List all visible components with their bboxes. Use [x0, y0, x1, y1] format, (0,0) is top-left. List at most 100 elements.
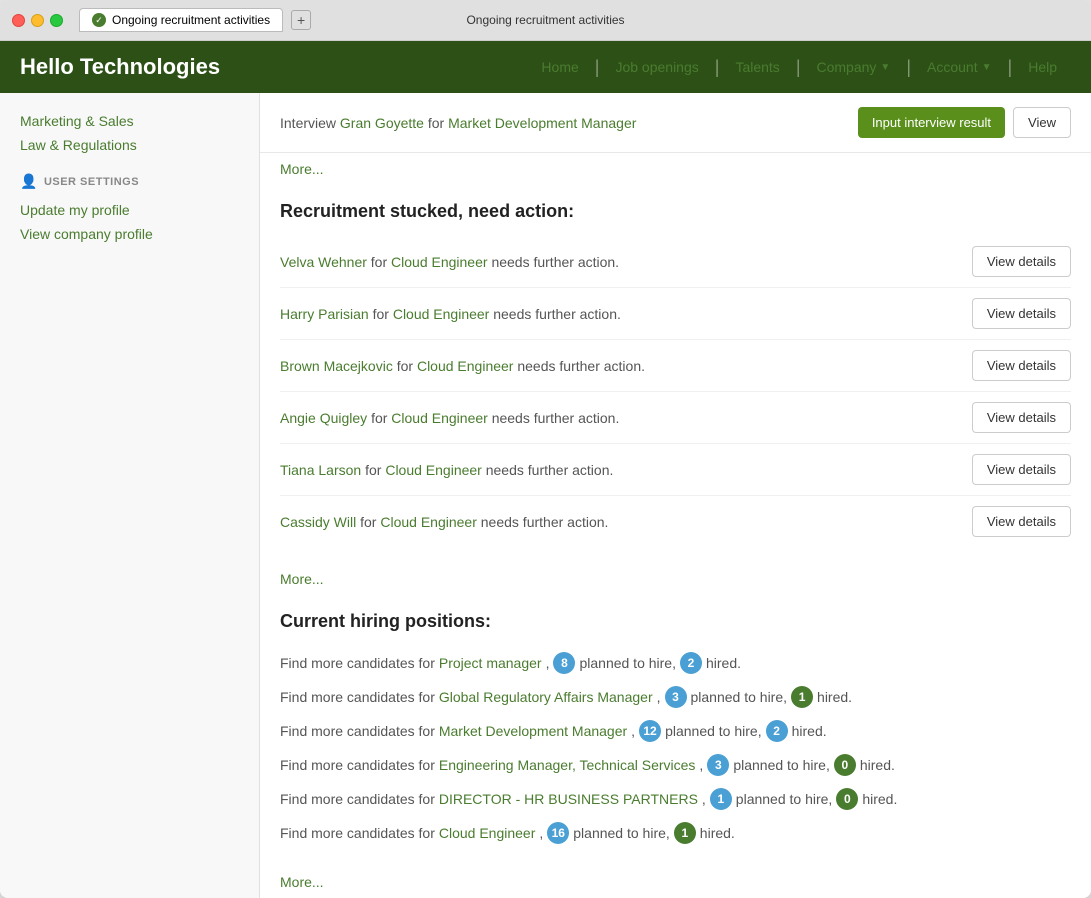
hiring-section-title: Current hiring positions:: [280, 611, 1071, 632]
sidebar-link-marketing[interactable]: Marketing & Sales: [20, 109, 239, 133]
nav-talents[interactable]: Talents: [721, 43, 793, 91]
nav-account[interactable]: Account ▼: [913, 43, 1006, 91]
planned-label-1: planned to hire,: [691, 689, 788, 705]
hired-label-5: hired.: [700, 825, 735, 841]
position-item-0: Find more candidates for Project manager…: [280, 646, 1071, 680]
stucked-item-3: Angie Quigley for Cloud Engineer needs f…: [280, 392, 1071, 444]
more-link-3[interactable]: More...: [260, 866, 1091, 898]
nav-home[interactable]: Home: [527, 43, 592, 91]
close-button[interactable]: [12, 14, 25, 27]
stucked-person-0[interactable]: Velva Wehner: [280, 254, 367, 270]
view-details-button-0[interactable]: View details: [972, 246, 1071, 277]
stucked-person-2[interactable]: Brown Macejkovic: [280, 358, 393, 374]
new-tab-button[interactable]: +: [291, 10, 311, 30]
position-link-1[interactable]: Global Regulatory Affairs Manager: [439, 689, 653, 705]
position-item-5: Find more candidates for Cloud Engineer,…: [280, 816, 1071, 850]
maximize-button[interactable]: [50, 14, 63, 27]
stucked-text-3: Angie Quigley for Cloud Engineer needs f…: [280, 410, 619, 426]
stucked-text-5: Cassidy Will for Cloud Engineer needs fu…: [280, 514, 608, 530]
stucked-item-4: Tiana Larson for Cloud Engineer needs fu…: [280, 444, 1071, 496]
view-details-button-2[interactable]: View details: [972, 350, 1071, 381]
tab-favicon: [92, 13, 106, 27]
navbar: Hello Technologies Home | Job openings |…: [0, 41, 1091, 93]
stucked-person-3[interactable]: Angie Quigley: [280, 410, 367, 426]
hired-label-2: hired.: [792, 723, 827, 739]
view-details-button-4[interactable]: View details: [972, 454, 1071, 485]
planned-badge-4: 1: [710, 788, 732, 810]
planned-label-4: planned to hire,: [736, 791, 833, 807]
stucked-text-0: Velva Wehner for Cloud Engineer needs fu…: [280, 254, 619, 270]
active-tab[interactable]: Ongoing recruitment activities: [79, 8, 283, 32]
stucked-item-2: Brown Macejkovic for Cloud Engineer need…: [280, 340, 1071, 392]
nav-divider-1: |: [593, 57, 602, 78]
position-link-0[interactable]: Project manager: [439, 655, 542, 671]
stucked-position-2[interactable]: Cloud Engineer: [417, 358, 514, 374]
hiring-section: Current hiring positions: Find more cand…: [260, 595, 1091, 866]
position-link-5[interactable]: Cloud Engineer: [439, 825, 536, 841]
stucked-position-3[interactable]: Cloud Engineer: [391, 410, 488, 426]
stucked-position-1[interactable]: Cloud Engineer: [393, 306, 490, 322]
stucked-position-4[interactable]: Cloud Engineer: [385, 462, 482, 478]
view-details-button-5[interactable]: View details: [972, 506, 1071, 537]
stucked-position-5[interactable]: Cloud Engineer: [380, 514, 477, 530]
nav-job-openings[interactable]: Job openings: [601, 43, 712, 91]
stucked-position-0[interactable]: Cloud Engineer: [391, 254, 488, 270]
planned-badge-1: 3: [665, 686, 687, 708]
planned-badge-0: 8: [553, 652, 575, 674]
input-interview-result-button[interactable]: Input interview result: [858, 107, 1005, 138]
minimize-button[interactable]: [31, 14, 44, 27]
planned-badge-3: 3: [707, 754, 729, 776]
planned-label-3: planned to hire,: [733, 757, 830, 773]
stucked-person-4[interactable]: Tiana Larson: [280, 462, 361, 478]
nav-divider-4: |: [904, 57, 913, 78]
view-details-button-1[interactable]: View details: [972, 298, 1071, 329]
view-details-button-3[interactable]: View details: [972, 402, 1071, 433]
stucked-text-4: Tiana Larson for Cloud Engineer needs fu…: [280, 462, 613, 478]
hired-badge-0: 2: [680, 652, 702, 674]
view-interview-button[interactable]: View: [1013, 107, 1071, 138]
brand-logo[interactable]: Hello Technologies: [20, 54, 220, 80]
hired-badge-1: 1: [791, 686, 813, 708]
sidebar-link-law[interactable]: Law & Regulations: [20, 133, 239, 157]
stucked-person-5[interactable]: Cassidy Will: [280, 514, 356, 530]
position-link-3[interactable]: Engineering Manager, Technical Services: [439, 757, 696, 773]
interview-text: Interview Gran Goyette for Market Develo…: [280, 115, 636, 131]
sidebar-link-company-profile[interactable]: View company profile: [20, 222, 239, 246]
stucked-item-5: Cassidy Will for Cloud Engineer needs fu…: [280, 496, 1071, 547]
app-container: Marketing & Sales Law & Regulations 👤 US…: [0, 93, 1091, 898]
planned-label-0: planned to hire,: [579, 655, 676, 671]
nav-help[interactable]: Help: [1014, 43, 1071, 91]
position-link-2[interactable]: Market Development Manager: [439, 723, 627, 739]
more-link-2[interactable]: More...: [260, 563, 1091, 595]
company-arrow: ▼: [880, 62, 890, 73]
main-content: Interview Gran Goyette for Market Develo…: [260, 93, 1091, 898]
interview-person-link[interactable]: Gran Goyette: [340, 115, 424, 131]
interview-row: Interview Gran Goyette for Market Develo…: [260, 93, 1091, 153]
stucked-text-2: Brown Macejkovic for Cloud Engineer need…: [280, 358, 645, 374]
stucked-section-title: Recruitment stucked, need action:: [280, 201, 1071, 222]
hired-badge-2: 2: [766, 720, 788, 742]
nav-links: Home | Job openings | Talents | Company …: [527, 43, 1071, 91]
sidebar-link-update-profile[interactable]: Update my profile: [20, 198, 239, 222]
stucked-person-1[interactable]: Harry Parisian: [280, 306, 369, 322]
user-icon: 👤: [20, 173, 38, 190]
hired-badge-5: 1: [674, 822, 696, 844]
planned-label-2: planned to hire,: [665, 723, 762, 739]
window-title: Ongoing recruitment activities: [466, 13, 624, 27]
more-link-1[interactable]: More...: [260, 153, 1091, 185]
planned-label-5: planned to hire,: [573, 825, 670, 841]
position-item-1: Find more candidates for Global Regulato…: [280, 680, 1071, 714]
position-item-4: Find more candidates for DIRECTOR - HR B…: [280, 782, 1071, 816]
traffic-lights: [12, 14, 63, 27]
stucked-section: Recruitment stucked, need action: Velva …: [260, 185, 1091, 563]
tab-label: Ongoing recruitment activities: [112, 13, 270, 27]
position-item-2: Find more candidates for Market Developm…: [280, 714, 1071, 748]
hired-badge-4: 0: [836, 788, 858, 810]
account-arrow: ▼: [982, 62, 992, 73]
hired-label-1: hired.: [817, 689, 852, 705]
stucked-text-1: Harry Parisian for Cloud Engineer needs …: [280, 306, 621, 322]
interview-position-link[interactable]: Market Development Manager: [448, 115, 636, 131]
nav-divider-3: |: [794, 57, 803, 78]
nav-company[interactable]: Company ▼: [803, 43, 905, 91]
position-link-4[interactable]: DIRECTOR - HR BUSINESS PARTNERS: [439, 791, 698, 807]
